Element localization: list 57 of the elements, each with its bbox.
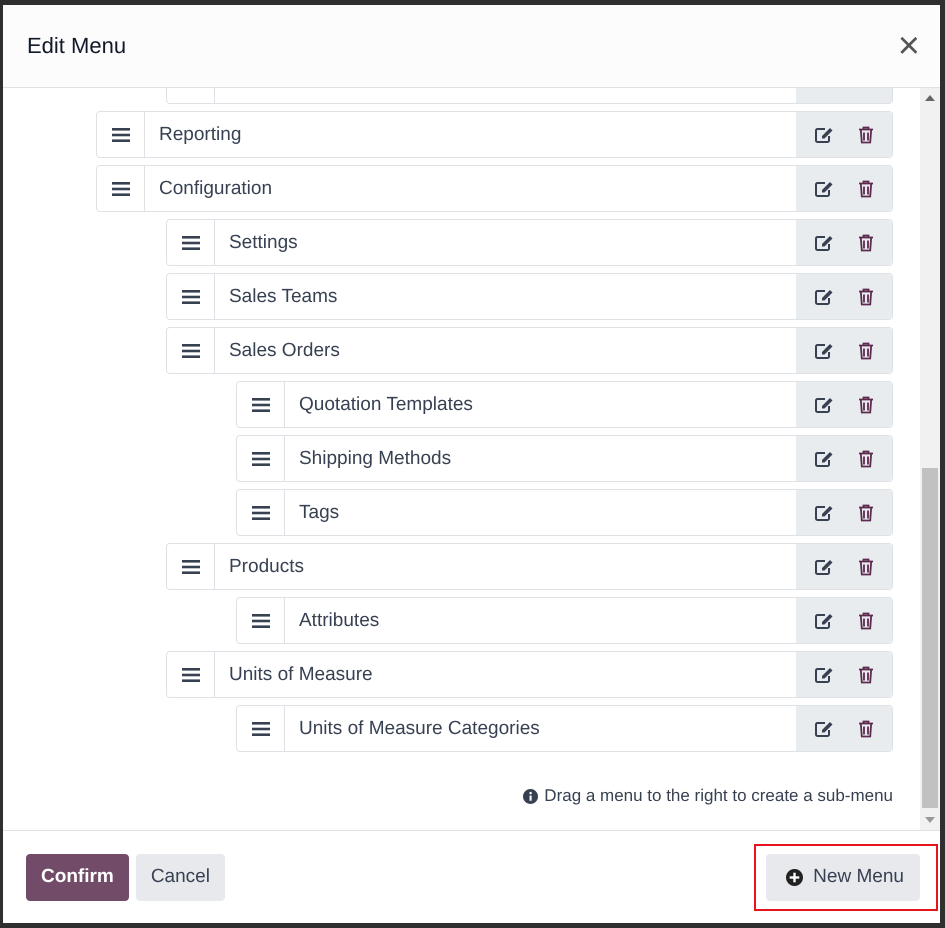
menu-row[interactable]: Units of Measure Categories bbox=[236, 705, 893, 752]
edit-icon[interactable] bbox=[814, 342, 834, 360]
menu-label: Products bbox=[228, 554, 305, 578]
edit-icon[interactable] bbox=[814, 666, 834, 684]
trash-icon[interactable] bbox=[858, 612, 874, 630]
dialog-title: Edit Menu bbox=[27, 33, 126, 59]
confirm-button[interactable]: Confirm bbox=[26, 854, 129, 900]
menu-row[interactable]: Sales Orders bbox=[166, 327, 893, 374]
menu-row[interactable]: Configuration bbox=[96, 165, 893, 212]
edit-icon[interactable] bbox=[814, 504, 834, 522]
trash-icon[interactable] bbox=[858, 450, 874, 468]
edit-icon[interactable] bbox=[814, 612, 834, 630]
scroll-up-icon[interactable] bbox=[925, 95, 935, 101]
trash-icon[interactable] bbox=[858, 126, 874, 144]
trash-icon[interactable] bbox=[858, 504, 874, 522]
trash-icon[interactable] bbox=[858, 720, 874, 738]
menu-label: Units of Measure bbox=[228, 662, 374, 686]
edit-icon[interactable] bbox=[814, 288, 834, 306]
menu-label: Tags bbox=[298, 500, 340, 524]
edit-icon[interactable] bbox=[814, 450, 834, 468]
menu-row[interactable]: Products bbox=[166, 543, 893, 590]
menu-row[interactable]: Settings bbox=[166, 219, 893, 266]
close-button[interactable]: × bbox=[894, 27, 924, 65]
hint-label: Drag a menu to the right to create a sub-menu bbox=[544, 786, 893, 806]
menu-row[interactable]: Quotation Templates bbox=[236, 381, 893, 428]
menu-label: Settings bbox=[228, 230, 299, 254]
trash-icon[interactable] bbox=[858, 234, 874, 252]
menu-label: Sales Teams bbox=[228, 284, 338, 308]
menu-label: Units of Measure Categories bbox=[298, 716, 541, 740]
new-menu-button[interactable]: New Menu bbox=[766, 854, 920, 900]
menu-label: Sales Orders bbox=[228, 338, 341, 362]
edit-icon[interactable] bbox=[814, 720, 834, 738]
menu-row[interactable]: Sales Teams bbox=[166, 273, 893, 320]
edit-icon[interactable] bbox=[814, 558, 834, 576]
menu-label: Quotation Templates bbox=[298, 392, 474, 416]
trash-icon[interactable] bbox=[858, 180, 874, 198]
edit-icon[interactable] bbox=[814, 396, 834, 414]
menu-row[interactable]: Units of Measure bbox=[166, 651, 893, 698]
trash-icon[interactable] bbox=[858, 558, 874, 576]
menu-row[interactable]: Reporting bbox=[96, 111, 893, 158]
menu-label: Attributes bbox=[298, 608, 380, 632]
trash-icon[interactable] bbox=[858, 396, 874, 414]
menu-row[interactable]: Tags bbox=[236, 489, 893, 536]
edit-icon[interactable] bbox=[814, 126, 834, 144]
plus-circle-icon bbox=[786, 868, 804, 886]
cancel-button[interactable]: Cancel bbox=[136, 854, 225, 900]
edit-icon[interactable] bbox=[814, 180, 834, 198]
edit-icon[interactable] bbox=[814, 234, 834, 252]
menu-label: Shipping Methods bbox=[298, 446, 452, 470]
menu-label: Configuration bbox=[158, 176, 274, 200]
info-icon bbox=[523, 788, 538, 804]
trash-icon[interactable] bbox=[858, 288, 874, 306]
trash-icon[interactable] bbox=[858, 666, 874, 684]
menu-label: Reporting bbox=[158, 122, 242, 146]
trash-icon[interactable] bbox=[858, 342, 874, 360]
menu-row[interactable]: Attributes bbox=[236, 597, 893, 644]
menu-row[interactable]: Shipping Methods bbox=[236, 435, 893, 482]
